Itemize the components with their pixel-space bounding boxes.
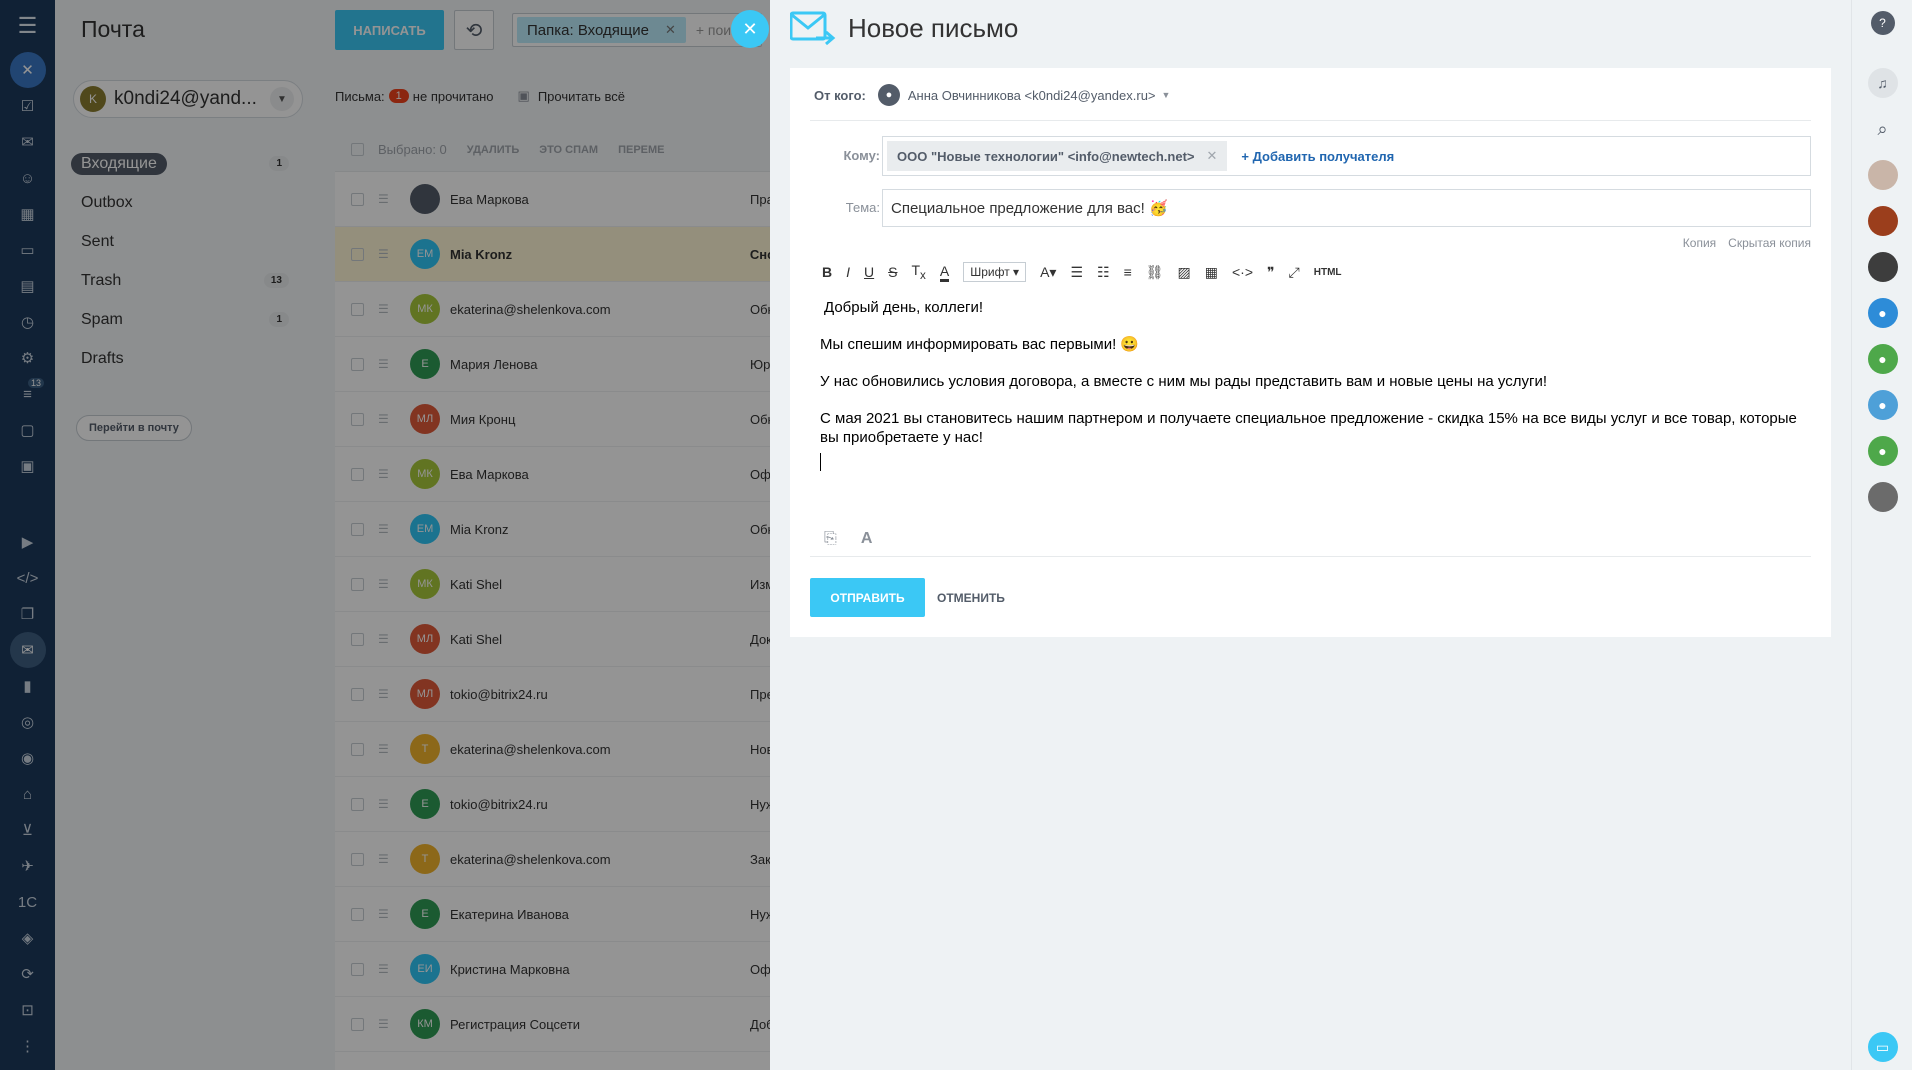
from-label: От кого: [814, 87, 866, 103]
user-icon: ● [1867, 390, 1898, 420]
user-icon: ● [877, 84, 900, 106]
avatar [1867, 252, 1898, 282]
contact-avatar[interactable] [1852, 198, 1912, 244]
help-button[interactable]: ? [1852, 0, 1912, 46]
compose-header: Новое письмо [789, 10, 1019, 46]
bcc-link[interactable]: Скрытая копия [1728, 236, 1811, 250]
help-icon: ? [1870, 11, 1895, 35]
subject-label: Тема: [845, 200, 880, 215]
contact-avatar[interactable] [1852, 474, 1912, 520]
cc-link[interactable]: Копия [1683, 236, 1716, 250]
underline-icon[interactable]: U [864, 264, 874, 280]
add-recipient-link[interactable]: + Добавить получателя [1241, 149, 1394, 164]
cc-links: Копия Скрытая копия [1683, 236, 1811, 250]
close-slider-button[interactable]: ✕ [731, 10, 769, 48]
overlay-backdrop[interactable] [0, 0, 770, 1070]
format-toolbar: B I U S Tx A Шрифт ▾ A▾ ☰ ☷ ≡ ⛓ ▨ ▦ <·> … [810, 254, 1811, 290]
body-line: У нас обновились условия договора, а вме… [820, 373, 1548, 390]
html-button[interactable]: HTML [1314, 267, 1342, 278]
compose-form: От кого: ● Анна Овчинникова <k0ndi24@yan… [790, 68, 1831, 637]
attach-icon[interactable]: ⎘ [824, 530, 837, 548]
text-color-icon[interactable]: A [939, 263, 950, 282]
bold-icon[interactable]: B [822, 264, 832, 280]
font-select-label: Шрифт [970, 265, 1010, 279]
text-cursor [820, 453, 821, 471]
code-icon[interactable]: <·> [1232, 264, 1253, 280]
close-icon: ✕ [742, 18, 758, 39]
contact-avatar[interactable]: ● [1852, 428, 1912, 474]
from-row: От кого: ● Анна Овчинникова <k0ndi24@yan… [814, 84, 1170, 106]
send-button[interactable]: ОТПРАВИТЬ [810, 578, 925, 617]
font-select[interactable]: Шрифт ▾ [963, 262, 1027, 282]
contact-avatar[interactable]: ● [1852, 290, 1912, 336]
contact-avatar[interactable] [1852, 152, 1912, 198]
to-label: Кому: [843, 148, 880, 163]
message-body[interactable]: Добрый день, коллеги! Мы спешим информир… [820, 298, 1810, 471]
search-icon: ⌕ [1877, 118, 1888, 139]
user-icon: ● [1867, 344, 1898, 374]
bullet-list-icon[interactable]: ☷ [1097, 264, 1110, 281]
avatar [1867, 482, 1898, 512]
chat-icon: ▭ [1867, 1032, 1898, 1062]
italic-icon[interactable]: I [846, 264, 850, 280]
contact-avatar[interactable]: ● [1852, 336, 1912, 382]
format-toggle-icon[interactable]: A [861, 530, 873, 548]
bell-icon: ♫ [1867, 68, 1898, 98]
divider [810, 120, 1811, 121]
clear-format-icon[interactable]: Tx [911, 262, 925, 282]
from-value[interactable]: Анна Овчинникова <k0ndi24@yandex.ru> [908, 88, 1156, 103]
compose-slider: Новое письмо От кого: ● Анна Овчинникова… [770, 0, 1851, 1070]
recipient-chip[interactable]: ООО "Новые технологии" <info@newtech.net… [887, 141, 1228, 171]
avatar [1867, 206, 1898, 236]
ordered-list-icon[interactable]: ☰ [1070, 264, 1083, 281]
body-line: С мая 2021 вы становитесь нашим партнеро… [820, 410, 1797, 446]
align-icon[interactable]: ≡ [1124, 264, 1132, 280]
envelope-arrow-icon [789, 10, 836, 46]
image-icon[interactable]: ▨ [1178, 264, 1191, 281]
contact-avatar[interactable] [1852, 244, 1912, 290]
fullscreen-icon[interactable]: ⤢ [1289, 264, 1300, 281]
body-line: Мы спешим информировать вас первыми! 😀 [820, 336, 1140, 353]
subject-field[interactable]: Специальное предложение для вас! 🥳 [882, 189, 1811, 227]
remove-recipient-icon[interactable]: ✕ [1207, 148, 1218, 164]
open-chat-button[interactable]: ▭ [1852, 1024, 1912, 1070]
to-field[interactable]: ООО "Новые технологии" <info@newtech.net… [882, 136, 1811, 176]
avatar [1867, 160, 1898, 190]
divider [810, 556, 1811, 557]
font-size-icon[interactable]: A▾ [1040, 264, 1056, 281]
compose-title: Новое письмо [848, 12, 1019, 43]
quote-icon[interactable]: ❞ [1267, 264, 1275, 281]
chevron-down-icon[interactable]: ▼ [1162, 90, 1171, 100]
link-icon[interactable]: ⛓ [1146, 264, 1164, 281]
table-icon[interactable]: ▦ [1205, 264, 1218, 281]
recipient-label: ООО "Новые технологии" <info@newtech.net… [897, 148, 1195, 164]
user-icon: ● [1867, 436, 1898, 466]
notifications-button[interactable]: ♫ [1852, 60, 1912, 106]
attach-tools: ⎘ A [824, 530, 872, 548]
user-icon: ● [1867, 298, 1898, 328]
right-sidebar: ? ♫ ⌕ ● ● ● ● ▭ [1851, 0, 1912, 1070]
strikethrough-icon[interactable]: S [888, 264, 897, 280]
contact-avatar[interactable]: ● [1852, 382, 1912, 428]
body-line: Добрый день, коллеги! [824, 299, 984, 316]
compose-actions: ОТПРАВИТЬ ОТМЕНИТЬ [810, 578, 1005, 617]
cancel-button[interactable]: ОТМЕНИТЬ [937, 591, 1005, 605]
search-button[interactable]: ⌕ [1852, 106, 1912, 152]
